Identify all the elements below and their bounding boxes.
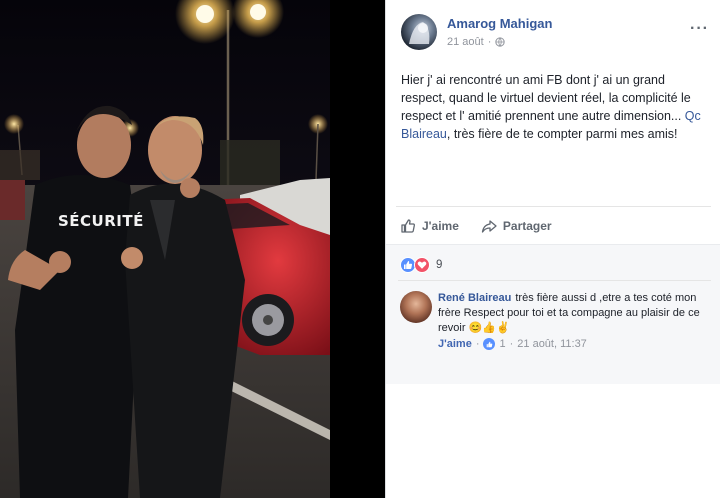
- comment-emojis: 😊👍✌️: [468, 322, 510, 334]
- share-label: Partager: [502, 218, 552, 233]
- facebook-photo-viewer: SÉCURITÉ Amarog Mahigan 21 août · ··· Hi…: [0, 0, 720, 498]
- share-button[interactable]: Partager: [481, 218, 552, 234]
- comment-body: René Blaireau très fière aussi d ,etre a …: [438, 291, 713, 336]
- post-date[interactable]: 21 août: [447, 36, 484, 48]
- heart-icon: [417, 261, 427, 269]
- comment-like-count[interactable]: 1: [499, 338, 505, 350]
- divider: [398, 280, 711, 281]
- comment-meta: J'aime · 1 · 21 août, 11:37: [438, 338, 587, 350]
- post-header: Amarog Mahigan 21 août · ···: [386, 0, 720, 60]
- post-photo[interactable]: SÉCURITÉ: [0, 0, 330, 498]
- shirt-print: SÉCURITÉ: [58, 212, 144, 230]
- comment-like-button[interactable]: J'aime: [438, 338, 472, 350]
- thumbs-up-icon: [401, 218, 415, 233]
- globe-icon[interactable]: [495, 37, 506, 47]
- thumbs-up-icon: [486, 341, 493, 347]
- post-meta: 21 août ·: [447, 36, 506, 48]
- reaction-count: 9: [436, 259, 443, 271]
- meta-separator: ·: [509, 338, 514, 350]
- post-body: Hier j' ai rencontré un ami FB dont j' a…: [401, 71, 711, 143]
- commenter-avatar[interactable]: [400, 291, 432, 323]
- love-reaction-icon: [414, 257, 430, 273]
- author-avatar[interactable]: [401, 14, 437, 50]
- photo-illustration: [0, 0, 330, 498]
- meta-separator: ·: [475, 338, 480, 350]
- post-text-end: , très fière de te compter parmi mes ami…: [446, 127, 678, 141]
- meta-separator: ·: [487, 36, 492, 48]
- like-reaction-icon: [483, 338, 496, 350]
- commenter-name[interactable]: René Blaireau: [438, 292, 511, 304]
- more-options-icon[interactable]: ···: [690, 20, 709, 38]
- post-text-start: Hier j' ai rencontré un ami FB dont j' a…: [401, 73, 691, 123]
- author-name[interactable]: Amarog Mahigan: [447, 16, 552, 31]
- thumbs-up-icon: [404, 261, 413, 269]
- post-actions: J'aime Partager: [396, 206, 711, 244]
- post-panel: Amarog Mahigan 21 août · ··· Hier j' ai …: [385, 0, 720, 498]
- like-button[interactable]: J'aime: [400, 218, 459, 234]
- share-arrow-icon: [481, 219, 497, 233]
- comments-section: 9 René Blaireau très fière aussi d ,etre …: [386, 244, 720, 384]
- reactions-summary[interactable]: 9: [400, 257, 442, 273]
- avatar-image: [409, 22, 430, 44]
- comment-timestamp[interactable]: 21 août, 11:37: [517, 338, 587, 350]
- like-label: J'aime: [422, 218, 459, 233]
